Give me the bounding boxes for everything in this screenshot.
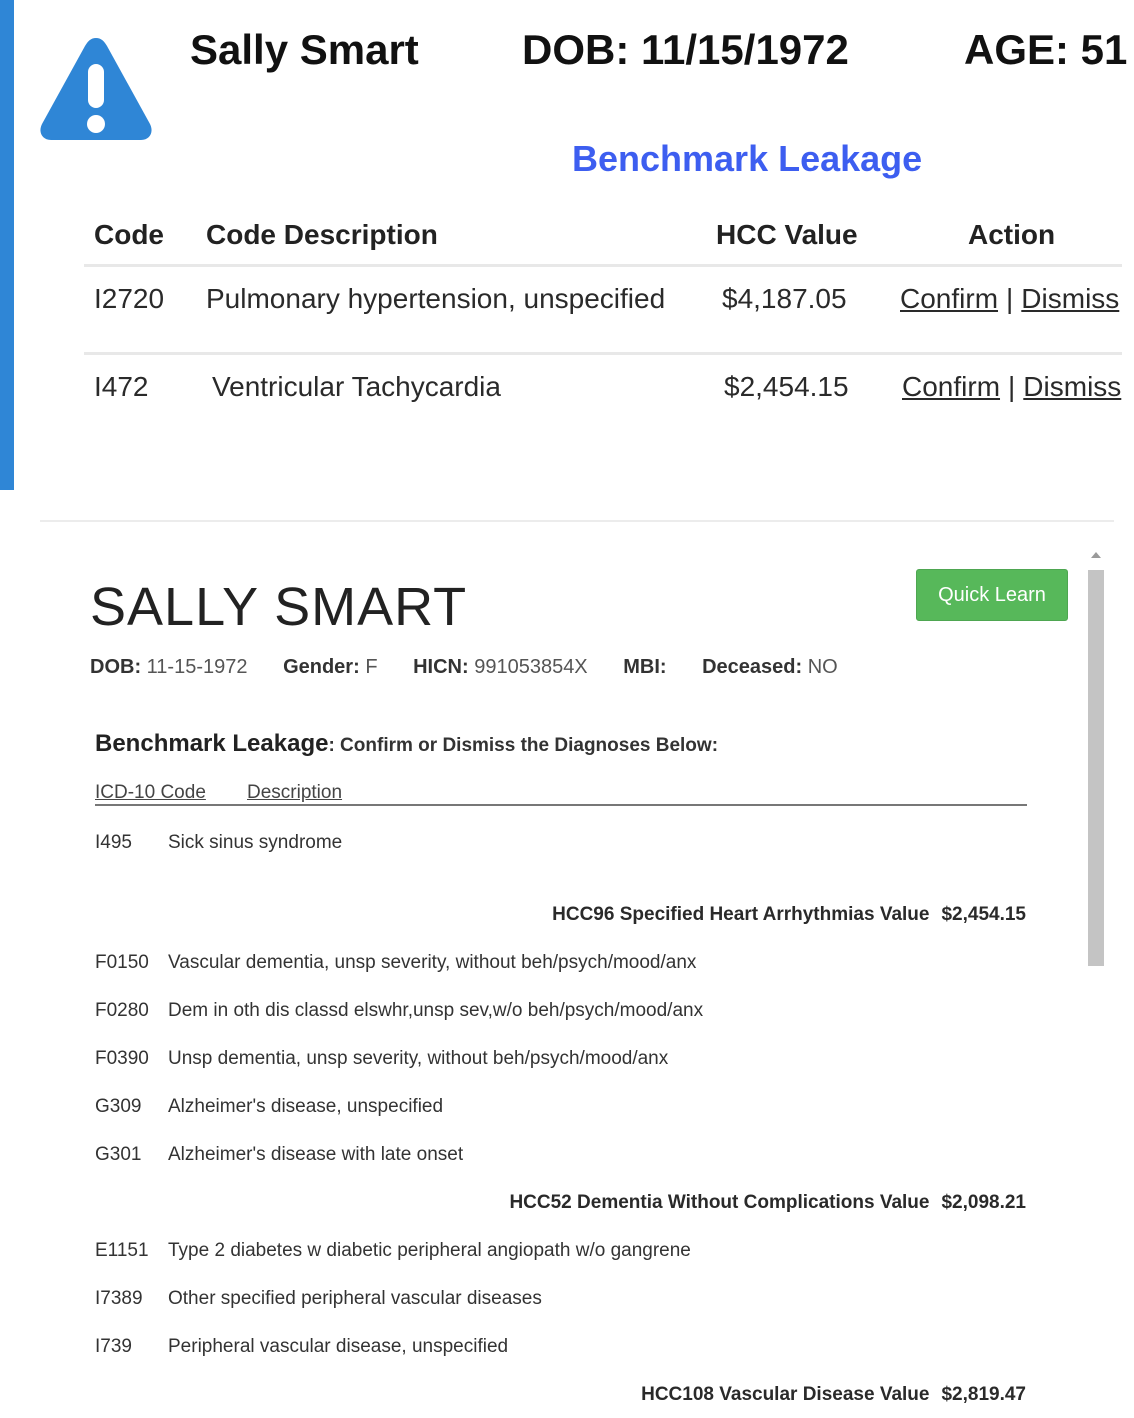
dx-code: F0150: [95, 952, 149, 973]
confirm-link[interactable]: Confirm: [900, 283, 998, 314]
row-description: Pulmonary hypertension, unspecified: [206, 283, 666, 314]
demographic-gender: Gender: F: [283, 656, 378, 678]
dx-description: Sick sinus syndrome: [168, 832, 343, 853]
dx-description: Alzheimer's disease with late onset: [168, 1144, 464, 1165]
header-description: Code Description: [206, 219, 438, 250]
dx-description: Vascular dementia, unsp severity, withou…: [168, 952, 697, 973]
dx-description: Peripheral vascular disease, unspecified: [168, 1336, 509, 1357]
alert-table-header: Code Code Description HCC Value Action: [84, 205, 1122, 267]
action-separator: |: [1006, 283, 1014, 314]
hcc-value-row: HCC108 Vascular Disease Value $2,819.47: [641, 1384, 1026, 1406]
row-code: I2720: [94, 283, 165, 314]
demographic-deceased: Deceased: NO: [702, 656, 838, 678]
table-row: I472 Ventricular Tachycardia $2,454.15 C…: [84, 355, 1122, 443]
row-hcc-value: $2,454.15: [724, 371, 849, 402]
hcc-label: HCC96 Specified Heart Arrhythmias Value: [552, 904, 930, 925]
benchmark-subtitle: : Confirm or Dismiss the Diagnoses Below…: [328, 735, 719, 756]
scrollbar[interactable]: [1086, 548, 1108, 970]
dx-code: E1151: [95, 1240, 149, 1261]
header-hcc-value: HCC Value: [716, 219, 858, 250]
confirm-link[interactable]: Confirm: [902, 371, 1000, 402]
row-actions: Confirm | Dismiss: [902, 371, 1121, 403]
dismiss-link[interactable]: Dismiss: [1021, 283, 1119, 314]
table-row: I2720 Pulmonary hypertension, unspecifie…: [84, 267, 1122, 355]
header-code: Code: [94, 219, 164, 250]
dx-description: Alzheimer's disease, unspecified: [168, 1096, 444, 1117]
alert-patient-dob: DOB: 11/15/1972: [522, 26, 849, 73]
row-description: Ventricular Tachycardia: [212, 371, 501, 402]
dx-description: Unsp dementia, unsp severity, without be…: [168, 1048, 669, 1069]
demographic-mbi: MBI:: [623, 656, 667, 678]
dx-code: F0390: [95, 1048, 149, 1069]
hcc-label: HCC52 Dementia Without Complications Val…: [509, 1192, 930, 1213]
alert-title: Benchmark Leakage: [572, 138, 923, 179]
scroll-up-arrow-icon[interactable]: [1091, 552, 1101, 558]
patient-name: SALLY SMART: [90, 577, 468, 637]
hcc-value-row: HCC96 Specified Heart Arrhythmias Value $…: [552, 904, 1026, 926]
alert-patient-age: AGE: 51: [964, 26, 1128, 73]
alert-patient-name: Sally Smart: [190, 26, 419, 73]
dx-code: I7389: [95, 1288, 143, 1309]
accent-bar: [0, 0, 14, 490]
row-actions: Confirm | Dismiss: [900, 283, 1119, 315]
row-hcc-value: $4,187.05: [722, 283, 847, 314]
row-code: I472: [94, 371, 149, 402]
demographic-hicn: HICN: 991053854X: [413, 656, 588, 678]
dismiss-link[interactable]: Dismiss: [1023, 371, 1121, 402]
hcc-value: $2,098.21: [941, 1192, 1026, 1213]
dx-code: G309: [95, 1096, 142, 1117]
hcc-value: $2,454.15: [941, 904, 1026, 925]
dx-code: F0280: [95, 1000, 149, 1021]
hcc-label: HCC108 Vascular Disease Value: [641, 1384, 930, 1405]
col-description: Description: [247, 782, 343, 803]
demographic-dob: DOB: 11-15-1972: [90, 656, 248, 678]
col-icd10-code: ICD-10 Code: [95, 782, 206, 803]
demographics-row: DOB: 11-15-1972 Gender: F HICN: 99105385…: [90, 656, 868, 679]
quick-learn-button[interactable]: Quick Learn: [916, 569, 1068, 621]
dx-code: G301: [95, 1144, 142, 1165]
header-action: Action: [968, 219, 1056, 250]
dx-code: I739: [95, 1336, 132, 1357]
leakage-alert-panel: Sally Smart DOB: 11/15/1972 AGE: 51 Benc…: [0, 0, 1134, 490]
alert-table: Code Code Description HCC Value Action I…: [84, 205, 1122, 443]
dx-description: Other specified peripheral vascular dise…: [168, 1288, 542, 1309]
hcc-value: $2,819.47: [941, 1384, 1026, 1405]
action-separator: |: [1008, 371, 1016, 402]
benchmark-title: Benchmark Leakage: [95, 730, 329, 757]
panel-divider: [40, 520, 1114, 522]
scrollbar-thumb[interactable]: [1088, 570, 1104, 966]
benchmark-heading: Benchmark Leakage: Confirm or Dismiss th…: [95, 730, 718, 758]
hcc-value-row: HCC52 Dementia Without Complications Val…: [509, 1192, 1026, 1214]
warning-icon: [40, 38, 152, 140]
diagnosis-list-header: ICD-10 Code Description: [95, 782, 1027, 806]
dx-description: Type 2 diabetes w diabetic peripheral an…: [168, 1240, 691, 1261]
dx-code: I495: [95, 832, 132, 853]
dx-description: Dem in oth dis classd elswhr,unsp sev,w/…: [168, 1000, 704, 1021]
